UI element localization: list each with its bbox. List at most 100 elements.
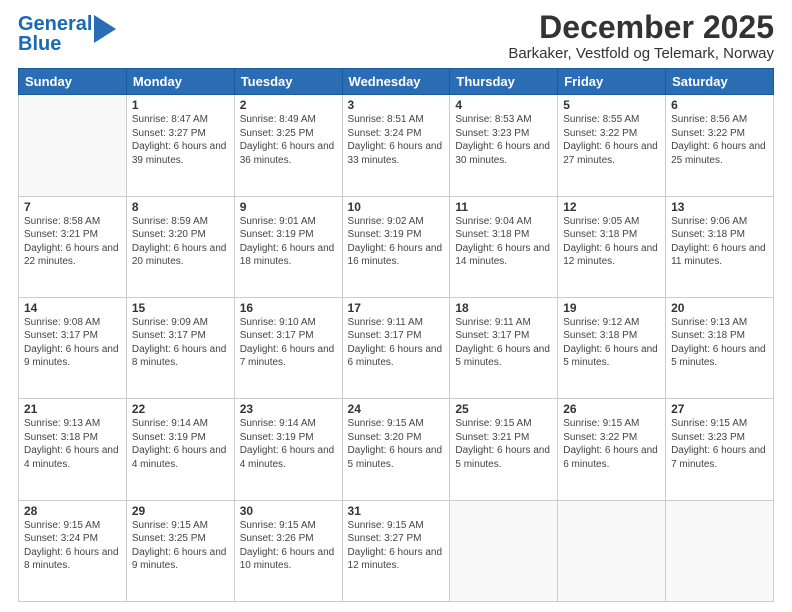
day-number: 14	[24, 301, 121, 315]
day-number: 29	[132, 504, 229, 518]
day-info: Sunrise: 9:10 AMSunset: 3:17 PMDaylight:…	[240, 316, 337, 370]
table-row	[666, 500, 774, 601]
day-info: Sunrise: 9:08 AMSunset: 3:17 PMDaylight:…	[24, 316, 121, 370]
day-number: 27	[671, 402, 768, 416]
day-info: Sunrise: 8:47 AMSunset: 3:27 PMDaylight:…	[132, 113, 229, 167]
day-number: 17	[348, 301, 445, 315]
table-row: 28Sunrise: 9:15 AMSunset: 3:24 PMDayligh…	[19, 500, 127, 601]
day-number: 2	[240, 98, 337, 112]
table-row: 24Sunrise: 9:15 AMSunset: 3:20 PMDayligh…	[342, 399, 450, 500]
table-row: 4Sunrise: 8:53 AMSunset: 3:23 PMDaylight…	[450, 95, 558, 196]
table-row: 25Sunrise: 9:15 AMSunset: 3:21 PMDayligh…	[450, 399, 558, 500]
day-number: 13	[671, 200, 768, 214]
calendar-week-row: 1Sunrise: 8:47 AMSunset: 3:27 PMDaylight…	[19, 95, 774, 196]
calendar-table: Sunday Monday Tuesday Wednesday Thursday…	[18, 68, 774, 602]
day-number: 10	[348, 200, 445, 214]
header-wednesday: Wednesday	[342, 69, 450, 95]
day-info: Sunrise: 9:15 AMSunset: 3:22 PMDaylight:…	[563, 417, 660, 471]
location-subtitle: Barkaker, Vestfold og Telemark, Norway	[508, 45, 774, 62]
table-row: 12Sunrise: 9:05 AMSunset: 3:18 PMDayligh…	[558, 196, 666, 297]
day-info: Sunrise: 9:15 AMSunset: 3:24 PMDaylight:…	[24, 519, 121, 573]
day-number: 18	[455, 301, 552, 315]
day-number: 15	[132, 301, 229, 315]
calendar-header-row: Sunday Monday Tuesday Wednesday Thursday…	[19, 69, 774, 95]
table-row: 5Sunrise: 8:55 AMSunset: 3:22 PMDaylight…	[558, 95, 666, 196]
logo: General Blue	[18, 14, 116, 54]
day-number: 31	[348, 504, 445, 518]
day-info: Sunrise: 9:15 AMSunset: 3:25 PMDaylight:…	[132, 519, 229, 573]
day-number: 7	[24, 200, 121, 214]
day-info: Sunrise: 9:09 AMSunset: 3:17 PMDaylight:…	[132, 316, 229, 370]
day-number: 9	[240, 200, 337, 214]
day-number: 24	[348, 402, 445, 416]
day-number: 26	[563, 402, 660, 416]
logo-arrow-icon	[94, 15, 116, 43]
day-info: Sunrise: 9:14 AMSunset: 3:19 PMDaylight:…	[132, 417, 229, 471]
calendar-week-row: 14Sunrise: 9:08 AMSunset: 3:17 PMDayligh…	[19, 297, 774, 398]
day-number: 23	[240, 402, 337, 416]
table-row: 8Sunrise: 8:59 AMSunset: 3:20 PMDaylight…	[126, 196, 234, 297]
header-thursday: Thursday	[450, 69, 558, 95]
table-row: 10Sunrise: 9:02 AMSunset: 3:19 PMDayligh…	[342, 196, 450, 297]
day-info: Sunrise: 8:51 AMSunset: 3:24 PMDaylight:…	[348, 113, 445, 167]
day-info: Sunrise: 8:58 AMSunset: 3:21 PMDaylight:…	[24, 215, 121, 269]
day-number: 5	[563, 98, 660, 112]
table-row: 20Sunrise: 9:13 AMSunset: 3:18 PMDayligh…	[666, 297, 774, 398]
page: General Blue December 2025 Barkaker, Ves…	[0, 0, 792, 612]
header-friday: Friday	[558, 69, 666, 95]
table-row: 1Sunrise: 8:47 AMSunset: 3:27 PMDaylight…	[126, 95, 234, 196]
logo-text: General Blue	[18, 14, 92, 54]
day-info: Sunrise: 9:02 AMSunset: 3:19 PMDaylight:…	[348, 215, 445, 269]
day-info: Sunrise: 9:01 AMSunset: 3:19 PMDaylight:…	[240, 215, 337, 269]
header-monday: Monday	[126, 69, 234, 95]
day-info: Sunrise: 9:05 AMSunset: 3:18 PMDaylight:…	[563, 215, 660, 269]
table-row: 17Sunrise: 9:11 AMSunset: 3:17 PMDayligh…	[342, 297, 450, 398]
table-row: 27Sunrise: 9:15 AMSunset: 3:23 PMDayligh…	[666, 399, 774, 500]
calendar-week-row: 28Sunrise: 9:15 AMSunset: 3:24 PMDayligh…	[19, 500, 774, 601]
day-info: Sunrise: 9:15 AMSunset: 3:20 PMDaylight:…	[348, 417, 445, 471]
day-info: Sunrise: 9:15 AMSunset: 3:21 PMDaylight:…	[455, 417, 552, 471]
calendar-week-row: 21Sunrise: 9:13 AMSunset: 3:18 PMDayligh…	[19, 399, 774, 500]
day-info: Sunrise: 9:06 AMSunset: 3:18 PMDaylight:…	[671, 215, 768, 269]
table-row	[450, 500, 558, 601]
day-number: 3	[348, 98, 445, 112]
calendar-week-row: 7Sunrise: 8:58 AMSunset: 3:21 PMDaylight…	[19, 196, 774, 297]
day-number: 1	[132, 98, 229, 112]
day-info: Sunrise: 9:15 AMSunset: 3:23 PMDaylight:…	[671, 417, 768, 471]
table-row	[558, 500, 666, 601]
table-row: 21Sunrise: 9:13 AMSunset: 3:18 PMDayligh…	[19, 399, 127, 500]
day-info: Sunrise: 9:11 AMSunset: 3:17 PMDaylight:…	[348, 316, 445, 370]
day-info: Sunrise: 8:59 AMSunset: 3:20 PMDaylight:…	[132, 215, 229, 269]
day-info: Sunrise: 9:15 AMSunset: 3:26 PMDaylight:…	[240, 519, 337, 573]
table-row	[19, 95, 127, 196]
day-info: Sunrise: 8:49 AMSunset: 3:25 PMDaylight:…	[240, 113, 337, 167]
table-row: 29Sunrise: 9:15 AMSunset: 3:25 PMDayligh…	[126, 500, 234, 601]
header-sunday: Sunday	[19, 69, 127, 95]
day-info: Sunrise: 9:12 AMSunset: 3:18 PMDaylight:…	[563, 316, 660, 370]
day-number: 22	[132, 402, 229, 416]
day-number: 28	[24, 504, 121, 518]
day-info: Sunrise: 9:04 AMSunset: 3:18 PMDaylight:…	[455, 215, 552, 269]
day-number: 16	[240, 301, 337, 315]
table-row: 13Sunrise: 9:06 AMSunset: 3:18 PMDayligh…	[666, 196, 774, 297]
day-number: 21	[24, 402, 121, 416]
day-info: Sunrise: 8:53 AMSunset: 3:23 PMDaylight:…	[455, 113, 552, 167]
table-row: 6Sunrise: 8:56 AMSunset: 3:22 PMDaylight…	[666, 95, 774, 196]
table-row: 23Sunrise: 9:14 AMSunset: 3:19 PMDayligh…	[234, 399, 342, 500]
header-tuesday: Tuesday	[234, 69, 342, 95]
table-row: 14Sunrise: 9:08 AMSunset: 3:17 PMDayligh…	[19, 297, 127, 398]
day-number: 19	[563, 301, 660, 315]
table-row: 11Sunrise: 9:04 AMSunset: 3:18 PMDayligh…	[450, 196, 558, 297]
table-row: 30Sunrise: 9:15 AMSunset: 3:26 PMDayligh…	[234, 500, 342, 601]
day-info: Sunrise: 8:55 AMSunset: 3:22 PMDaylight:…	[563, 113, 660, 167]
table-row: 18Sunrise: 9:11 AMSunset: 3:17 PMDayligh…	[450, 297, 558, 398]
table-row: 19Sunrise: 9:12 AMSunset: 3:18 PMDayligh…	[558, 297, 666, 398]
table-row: 2Sunrise: 8:49 AMSunset: 3:25 PMDaylight…	[234, 95, 342, 196]
table-row: 9Sunrise: 9:01 AMSunset: 3:19 PMDaylight…	[234, 196, 342, 297]
day-number: 25	[455, 402, 552, 416]
day-info: Sunrise: 9:13 AMSunset: 3:18 PMDaylight:…	[671, 316, 768, 370]
day-info: Sunrise: 9:15 AMSunset: 3:27 PMDaylight:…	[348, 519, 445, 573]
day-number: 30	[240, 504, 337, 518]
table-row: 26Sunrise: 9:15 AMSunset: 3:22 PMDayligh…	[558, 399, 666, 500]
table-row: 16Sunrise: 9:10 AMSunset: 3:17 PMDayligh…	[234, 297, 342, 398]
